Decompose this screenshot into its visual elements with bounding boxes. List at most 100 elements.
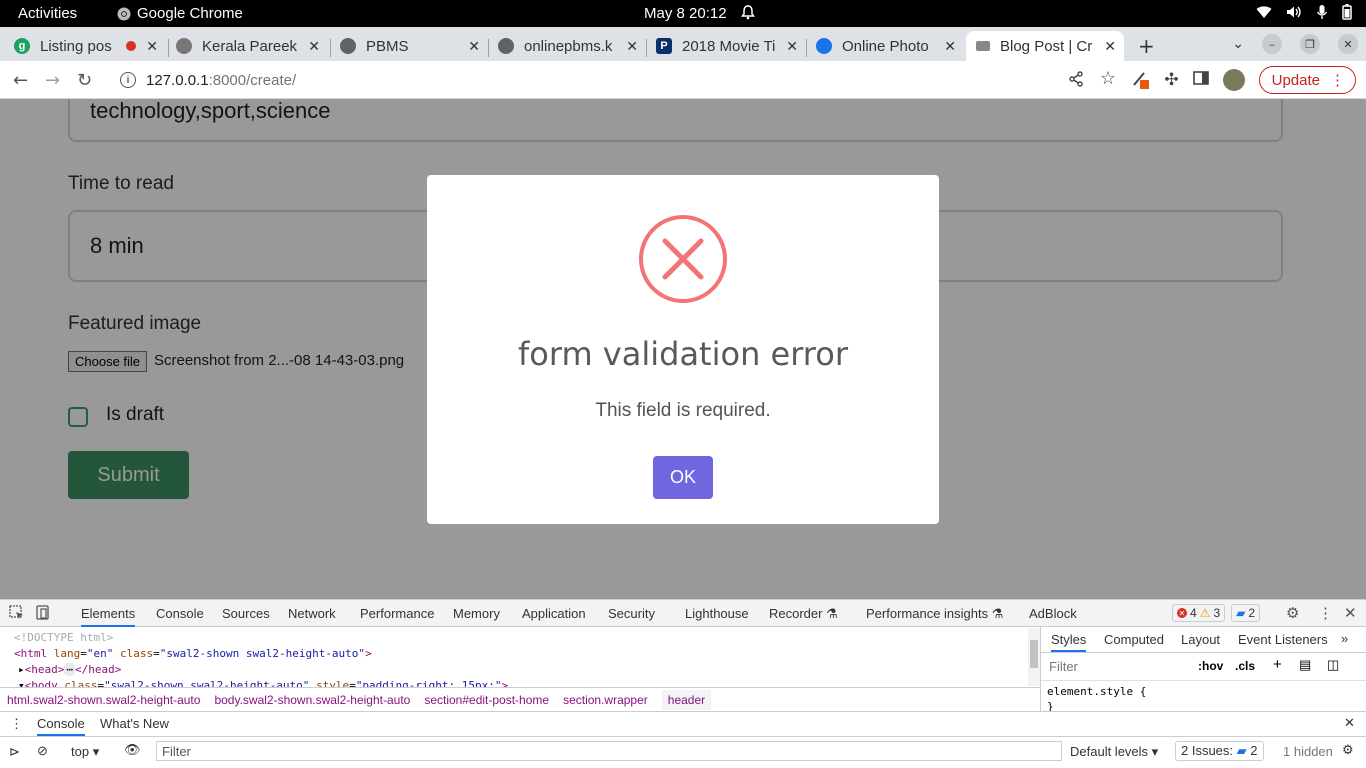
devtools-tab-security[interactable]: Security [608, 606, 655, 621]
device-toolbar-icon[interactable] [35, 605, 50, 623]
tab-movie[interactable]: P 2018 Movie Ti ✕ [656, 31, 806, 61]
drawer-menu-icon[interactable]: ⋮ [10, 716, 23, 732]
warning-icon: ⚠ [1199, 606, 1211, 620]
share-icon[interactable] [1068, 71, 1084, 91]
dom-html-node[interactable]: <html lang="en" class="swal2-shown swal2… [14, 646, 1040, 662]
issues-count: 2 [1250, 743, 1258, 758]
activities-button[interactable]: Activities [18, 5, 77, 22]
ok-button[interactable]: OK [653, 456, 713, 499]
console-filter-input[interactable]: Filter [156, 741, 1062, 761]
breadcrumb-body[interactable]: body.swal2-shown.swal2-height-auto [214, 693, 410, 707]
devtools-tab-performance-insights[interactable]: Performance insights ⚗ [866, 606, 1003, 622]
tab-close-icon[interactable]: ✕ [1104, 38, 1116, 55]
event-listeners-tab[interactable]: Event Listeners [1238, 632, 1328, 647]
bookmark-star-icon[interactable]: ☆ [1100, 68, 1116, 89]
reload-icon[interactable]: ↻ [77, 70, 92, 91]
tab-close-icon[interactable]: ✕ [468, 38, 480, 55]
error-warning-badge[interactable]: ✕ 4 ⚠ 3 [1172, 604, 1226, 622]
update-label: Update [1271, 71, 1320, 89]
forward-icon[interactable]: → [45, 70, 60, 91]
tab-close-icon[interactable]: ✕ [944, 38, 956, 55]
dom-scrollbar[interactable] [1028, 628, 1040, 686]
settings-gear-icon[interactable]: ⚙ [1286, 604, 1299, 622]
toggle-sidebar-icon[interactable]: ◫ [1327, 657, 1339, 673]
breadcrumb-section-wrapper[interactable]: section.wrapper [563, 693, 648, 707]
extensions-puzzle-icon[interactable]: ✣ [1164, 70, 1178, 90]
breadcrumb-section-edit-post[interactable]: section#edit-post-home [424, 693, 549, 707]
close-devtools-icon[interactable]: ✕ [1344, 604, 1357, 622]
tab-photo[interactable]: Online Photo ✕ [816, 31, 964, 61]
drawer-tab-whats-new[interactable]: What's New [100, 716, 169, 731]
tab-search-icon[interactable]: ⌄ [1232, 36, 1244, 52]
devtools-tab-elements[interactable]: Elements [81, 606, 136, 627]
dom-tree[interactable]: <!DOCTYPE html> <html lang="en" class="s… [0, 627, 1040, 687]
app-menu[interactable]: Google Chrome [117, 5, 243, 22]
inspect-element-icon[interactable] [9, 605, 24, 623]
devtools-tab-memory[interactable]: Memory [453, 606, 500, 621]
paint-icon[interactable]: ▤ [1299, 657, 1311, 673]
dom-doctype: <!DOCTYPE html> [14, 631, 114, 644]
issue-counters[interactable]: ✕ 4 ⚠ 3 ▰ 2 [1172, 604, 1261, 622]
context-selector[interactable]: top ▾ [71, 744, 99, 760]
extension-pen-icon[interactable] [1132, 70, 1150, 90]
devtools-tab-network[interactable]: Network [288, 606, 336, 621]
restore-icon[interactable]: ❐ [1300, 34, 1320, 54]
breadcrumb-header[interactable]: header [661, 689, 712, 710]
menu-dots-icon: ⋮ [1330, 72, 1345, 89]
devtools-tab-bar: Elements Console Sources Network Perform… [0, 600, 1366, 627]
styles-tab[interactable]: Styles [1051, 632, 1087, 652]
back-icon[interactable]: ← [13, 70, 28, 91]
dom-head-node[interactable]: ▸<head> ⋯ </head> [14, 662, 1040, 678]
issues-button[interactable]: 2 Issues: ▰ 2 [1175, 741, 1264, 761]
dialog-message: This field is required. [595, 400, 771, 421]
hover-state-toggle[interactable]: :hov [1198, 659, 1223, 673]
devtools-tab-sources[interactable]: Sources [222, 606, 270, 621]
address-bar[interactable]: i 127.0.0.1:8000/create/ ☆ [108, 65, 1128, 95]
close-drawer-icon[interactable]: ✕ [1344, 715, 1355, 731]
messages-badge[interactable]: ▰ 2 [1231, 604, 1261, 622]
class-toggle[interactable]: .cls [1235, 659, 1255, 673]
element-style-rule[interactable]: element.style { [1047, 684, 1360, 699]
new-style-rule-icon[interactable]: + [1273, 656, 1282, 673]
tab-onlinepbms[interactable]: onlinepbms.k ✕ [498, 31, 646, 61]
minimize-icon[interactable]: – [1262, 34, 1282, 54]
devtools-menu-icon[interactable]: ⋮ [1318, 604, 1333, 622]
tab-close-icon[interactable]: ✕ [626, 38, 638, 55]
close-window-icon[interactable]: ✕ [1338, 34, 1358, 54]
update-button[interactable]: Update ⋮ [1258, 66, 1356, 94]
tab-close-icon[interactable]: ✕ [146, 38, 158, 55]
devtools-tab-lighthouse[interactable]: Lighthouse [685, 606, 749, 621]
system-tray[interactable] [1256, 4, 1352, 20]
clear-console-icon[interactable]: ⊘ [37, 743, 48, 759]
devtools-tab-console[interactable]: Console [156, 606, 204, 621]
devtools-tab-adblock[interactable]: AdBlock [1029, 606, 1077, 621]
tab-close-icon[interactable]: ✕ [308, 38, 320, 55]
drawer-tab-console[interactable]: Console [37, 716, 85, 736]
console-sidebar-icon[interactable]: ⊳ [9, 744, 20, 760]
new-tab-icon[interactable]: + [1138, 34, 1155, 58]
devtools-tab-application[interactable]: Application [522, 606, 586, 621]
clock[interactable]: May 8 20:12 [644, 5, 727, 22]
dom-body-node[interactable]: ▾<body class="swal2-shown swal2-height-a… [14, 678, 1040, 687]
live-expression-eye-icon[interactable]: 👁 [124, 742, 141, 758]
tab-title: Listing pos [40, 37, 112, 55]
microphone-icon [1316, 5, 1328, 19]
profile-avatar[interactable] [1222, 69, 1245, 91]
site-info-icon[interactable]: i [120, 72, 136, 88]
devtools-tab-recorder[interactable]: Recorder ⚗ [769, 606, 838, 622]
tab-close-icon[interactable]: ✕ [786, 38, 798, 55]
tab-blog-post[interactable]: Blog Post | Cr ✕ [966, 31, 1124, 61]
tab-listing[interactable]: g Listing pos ✕ [14, 31, 166, 61]
message-icon: ▰ [1236, 606, 1246, 620]
tab-kerala[interactable]: Kerala Pareek ✕ [176, 31, 328, 61]
console-settings-gear-icon[interactable]: ⚙ [1342, 742, 1354, 758]
more-tabs-icon[interactable]: » [1341, 631, 1348, 646]
devtools-tab-performance[interactable]: Performance [360, 606, 434, 621]
tab-pbms[interactable]: PBMS ✕ [340, 31, 488, 61]
log-levels-dropdown[interactable]: Default levels ▾ [1070, 744, 1158, 760]
layout-tab[interactable]: Layout [1181, 632, 1220, 647]
computed-tab[interactable]: Computed [1104, 632, 1164, 647]
breadcrumb-html[interactable]: html.swal2-shown.swal2-height-auto [7, 693, 200, 707]
styles-filter-input[interactable]: Filter [1049, 659, 1078, 674]
side-panel-icon[interactable] [1192, 70, 1209, 90]
